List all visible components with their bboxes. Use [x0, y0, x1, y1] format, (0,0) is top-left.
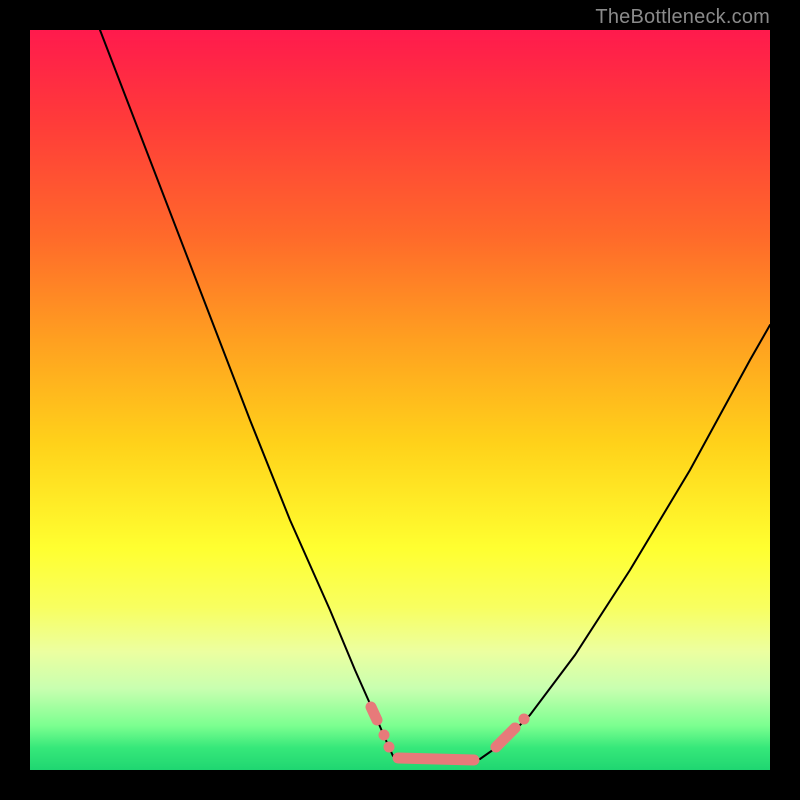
overlay-markers: [371, 707, 530, 760]
plot-area: [30, 30, 770, 770]
watermark-text: TheBottleneck.com: [595, 6, 770, 29]
overlay-dot: [379, 730, 390, 741]
overlay-dash: [371, 707, 377, 720]
chart-frame: TheBottleneck.com: [0, 0, 800, 800]
curve-right-branch: [480, 325, 770, 759]
overlay-dash: [398, 758, 474, 760]
overlay-dot: [519, 714, 530, 725]
overlay-dot: [384, 742, 395, 753]
curve-left-branch: [100, 30, 393, 756]
chart-svg: [30, 30, 770, 770]
overlay-dash: [496, 728, 515, 747]
